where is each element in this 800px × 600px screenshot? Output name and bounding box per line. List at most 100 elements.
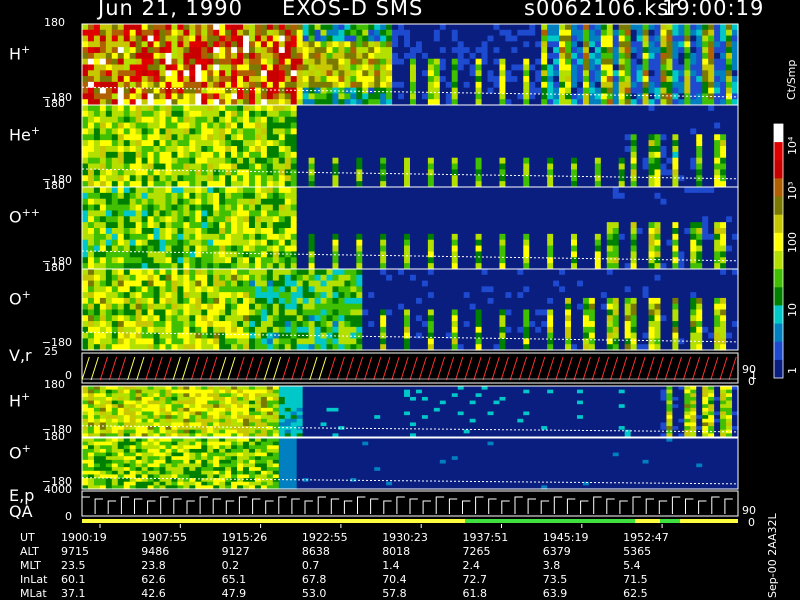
heat-cell [404, 204, 411, 212]
heat-cell [499, 228, 507, 235]
heat-cell [398, 239, 405, 247]
heat-cell [82, 175, 89, 182]
heat-cell [541, 169, 548, 176]
heat-cell [415, 245, 423, 253]
heat-cell [254, 175, 262, 182]
heat-cell [726, 251, 733, 258]
heat-cell [487, 163, 495, 171]
heat-cell [314, 198, 322, 206]
heat-cell [654, 47, 662, 54]
heat-cell [600, 134, 608, 141]
heat-cell [111, 58, 119, 66]
heat-cell [529, 24, 536, 31]
heat-cell [380, 110, 387, 118]
heat-cell [189, 41, 196, 48]
heat-cell [505, 233, 512, 241]
heat-cell [594, 70, 602, 77]
heat-cell [135, 332, 143, 340]
heat-cell [177, 70, 184, 77]
heat-cell [87, 274, 95, 282]
heat-cell [141, 204, 149, 212]
heat-cell [612, 140, 620, 147]
heat-cell [243, 76, 250, 83]
plot-area [81, 23, 784, 528]
heat-cell [660, 163, 668, 171]
heat-cell [612, 146, 620, 153]
heat-cell [487, 157, 495, 165]
heat-cell [272, 140, 280, 147]
heat-cell [260, 81, 268, 89]
heat-cell [219, 210, 226, 217]
heat-cell [135, 93, 143, 100]
heat-cell [457, 204, 465, 212]
heat-cell [284, 198, 292, 206]
heat-cell [207, 122, 214, 130]
heat-cell [404, 93, 411, 100]
heat-cell [594, 110, 602, 118]
heat-cell [571, 245, 578, 253]
heat-cell [535, 151, 542, 159]
heat-cell [433, 233, 441, 241]
heat-cell [189, 93, 196, 100]
heat-cell [666, 52, 673, 60]
heat-cell [374, 163, 381, 171]
heat-cell [159, 297, 167, 305]
heat-cell [296, 76, 304, 83]
heat-cell [475, 175, 483, 182]
heat-cell [398, 175, 405, 182]
heat-cell [266, 228, 274, 235]
heat-cell [338, 76, 345, 83]
heat-cell [624, 140, 632, 147]
heat-cell [582, 41, 590, 48]
heat-cell [326, 163, 334, 171]
heat-cell [404, 64, 411, 71]
heat-cell [439, 58, 447, 66]
heat-cell [237, 151, 244, 159]
heat-cell [201, 228, 208, 235]
heat-cell [171, 269, 179, 276]
heat-cell [421, 35, 429, 42]
heat-cell [189, 105, 196, 112]
heat-cell [439, 204, 447, 212]
heat-cell [326, 157, 334, 165]
heat-cell [374, 41, 381, 48]
heat-cell [648, 222, 656, 229]
heat-cell [576, 76, 584, 83]
heat-cell [272, 122, 280, 130]
heat-cell [213, 280, 220, 287]
heat-cell [183, 286, 190, 293]
heat-cell [165, 315, 173, 322]
heat-cell [362, 41, 369, 48]
heat-cell [475, 52, 483, 60]
heat-cell [415, 257, 423, 264]
heat-cell [302, 64, 310, 71]
heat-cell [296, 24, 304, 31]
heat-cell [177, 228, 184, 235]
heat-cell [720, 41, 727, 48]
heat-cell [565, 134, 572, 141]
heat-cell [93, 29, 101, 37]
heat-cell [720, 58, 727, 66]
heat-cell [505, 204, 512, 212]
heat-cell [248, 64, 256, 71]
heat-cell [284, 210, 292, 217]
heat-cell [123, 128, 131, 135]
heat-cell [225, 134, 232, 141]
heat-cell [421, 128, 429, 135]
heat-cell [457, 29, 465, 37]
heat-cell [636, 70, 644, 77]
heat-cell [344, 29, 351, 37]
heat-cell [254, 52, 262, 60]
heat-cell [660, 222, 668, 229]
heat-cell [177, 257, 184, 264]
heat-cell [505, 93, 512, 100]
heat-cell [553, 76, 560, 83]
heat-cell [350, 157, 357, 165]
heat-cell [165, 47, 173, 54]
heat-cell [356, 64, 363, 71]
heat-cell [726, 70, 733, 77]
heat-cell [213, 47, 220, 54]
heat-cell [410, 76, 417, 83]
heat-cell [165, 210, 173, 217]
heat-cell [457, 157, 465, 165]
